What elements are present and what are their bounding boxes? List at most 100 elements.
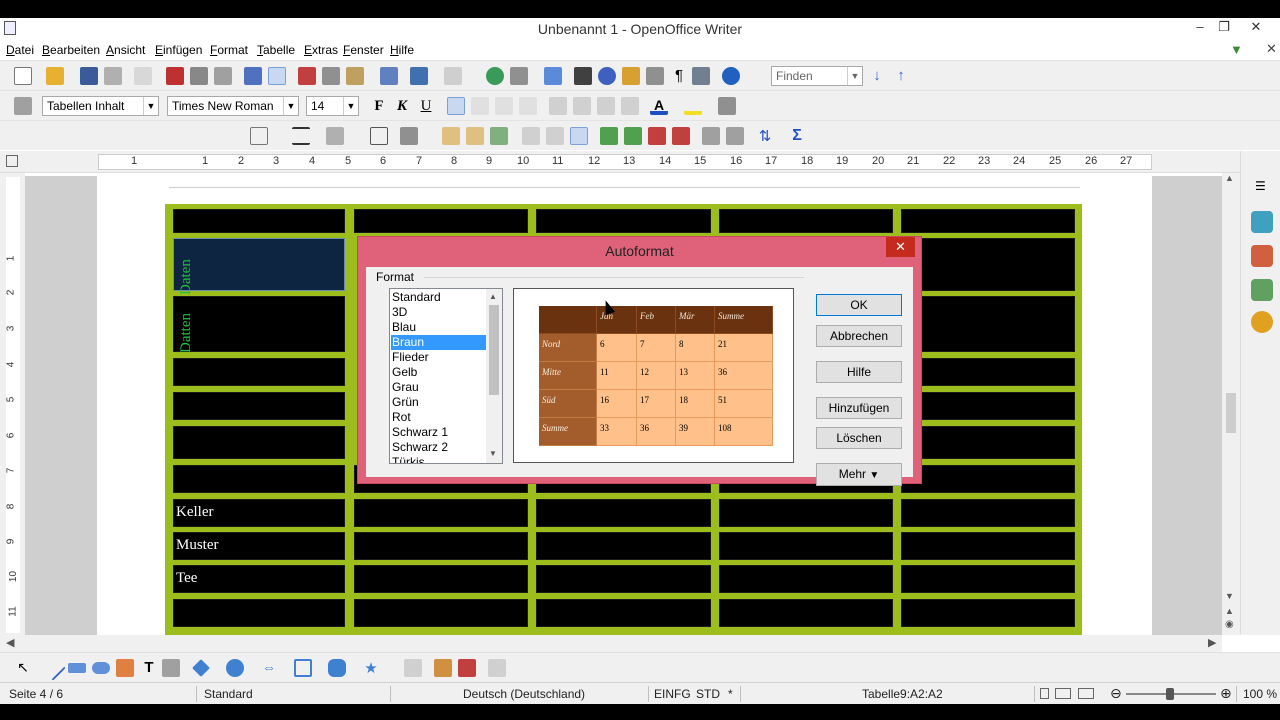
list-item[interactable]: Schwarz 1 <box>391 425 486 440</box>
table-cell[interactable] <box>354 565 528 593</box>
borders-icon[interactable] <box>370 127 388 145</box>
block-arrows-icon[interactable]: ⇔ <box>260 659 278 677</box>
align-top-icon[interactable] <box>522 127 540 145</box>
vertical-ruler[interactable]: 1 2 3 4 5 6 7 8 9 10 11 <box>0 173 25 635</box>
find-next-icon[interactable]: ↓ <box>868 67 886 85</box>
find-previous-icon[interactable]: ↑ <box>892 67 910 85</box>
sum-icon[interactable]: Σ <box>788 127 806 145</box>
chevron-down-icon[interactable]: ▼ <box>283 97 298 115</box>
cut-icon[interactable] <box>298 67 316 85</box>
scroll-left-icon[interactable]: ◀ <box>6 636 14 649</box>
table-cell[interactable] <box>901 532 1075 560</box>
chevron-down-icon[interactable]: ▼ <box>847 67 862 85</box>
sidebar-menu-icon[interactable]: ☰ <box>1255 179 1266 193</box>
show-draw-functions-icon[interactable] <box>544 67 562 85</box>
menu-bearbeiten[interactable]: Bearbeiten <box>42 43 100 57</box>
table-cell[interactable] <box>901 296 1075 352</box>
scroll-down-icon[interactable]: ▼ <box>1225 591 1234 601</box>
extrusion-icon[interactable] <box>488 659 506 677</box>
table-cell[interactable] <box>354 499 528 527</box>
list-item[interactable]: 3D <box>391 305 486 320</box>
paragraph-style-combo[interactable]: Tabellen Inhalt ▼ <box>42 96 159 116</box>
list-item[interactable]: Türkis <box>391 455 486 463</box>
previous-page-icon[interactable]: ▲ <box>1225 606 1234 616</box>
paste-icon[interactable] <box>346 67 364 85</box>
autospellcheck-icon[interactable] <box>268 67 286 85</box>
close-document-icon[interactable]: ✕ <box>1266 41 1277 57</box>
list-item[interactable]: Flieder <box>391 350 486 365</box>
increase-indent-icon[interactable] <box>621 97 639 115</box>
status-language[interactable]: Deutsch (Deutschland) <box>463 687 585 701</box>
export-pdf-icon[interactable] <box>166 67 184 85</box>
line-icon[interactable] <box>40 655 66 681</box>
table-cell[interactable] <box>901 358 1075 386</box>
table-cell[interactable] <box>173 599 345 627</box>
format-list[interactable]: Standard 3D Blau Braun Flieder Gelb Grau… <box>389 288 503 464</box>
callouts-icon[interactable] <box>328 659 346 677</box>
book-view-icon[interactable] <box>1078 688 1094 699</box>
formatting-marks-icon[interactable]: ¶ <box>670 67 688 85</box>
align-left-icon[interactable] <box>447 97 465 115</box>
redo-icon[interactable] <box>444 67 462 85</box>
table-cell[interactable] <box>901 238 1075 291</box>
multi-page-view-icon[interactable] <box>1055 688 1071 699</box>
find-input[interactable]: Finden ▼ <box>771 66 863 86</box>
table-icon[interactable] <box>510 67 528 85</box>
hyperlink-icon[interactable] <box>486 67 504 85</box>
table-cell[interactable] <box>173 426 345 459</box>
zoom-icon[interactable] <box>692 67 710 85</box>
insert-rows-icon[interactable] <box>600 127 618 145</box>
styles-icon[interactable] <box>1251 245 1273 267</box>
list-item[interactable]: Blau <box>391 320 486 335</box>
scroll-down-icon[interactable]: ▼ <box>489 449 497 458</box>
horizontal-ruler[interactable]: 1 1 2 3 4 5 6 7 8 9 10 11 12 13 14 15 16… <box>0 151 1240 173</box>
styles-formatting-icon[interactable] <box>14 97 32 115</box>
rectangle-icon[interactable] <box>68 663 86 673</box>
edit-file-icon[interactable] <box>134 67 152 85</box>
points-icon[interactable] <box>404 659 422 677</box>
table-cell[interactable] <box>173 465 345 493</box>
table-cell[interactable] <box>173 209 345 233</box>
more-button[interactable]: Mehr ▼ <box>816 463 902 486</box>
zoom-slider-handle[interactable] <box>1166 688 1174 700</box>
zoom-in-icon[interactable]: ⊕ <box>1220 685 1232 702</box>
print-icon[interactable] <box>190 67 208 85</box>
table-cell[interactable] <box>536 499 711 527</box>
list-item[interactable]: Standard <box>391 290 486 305</box>
spellcheck-icon[interactable] <box>244 67 262 85</box>
delete-button[interactable]: Löschen <box>816 427 902 449</box>
insert-table-icon[interactable] <box>250 127 268 145</box>
table-cell[interactable] <box>536 532 711 560</box>
sort-icon[interactable]: ⇅ <box>756 127 774 145</box>
status-zoom[interactable]: 100 % <box>1243 687 1277 701</box>
undo-icon[interactable] <box>410 67 428 85</box>
table-cell[interactable] <box>901 209 1075 233</box>
italic-button[interactable]: K <box>393 96 411 116</box>
callout-icon[interactable] <box>162 659 180 677</box>
navigation-icon[interactable]: ◉ <box>1225 619 1234 630</box>
numbering-icon[interactable] <box>549 97 567 115</box>
menu-fenster[interactable]: Fenster <box>343 43 384 57</box>
background-color-icon[interactable] <box>718 97 736 115</box>
gallery-icon[interactable] <box>622 67 640 85</box>
justify-icon[interactable] <box>519 97 537 115</box>
print-preview-icon[interactable] <box>214 67 232 85</box>
help-button[interactable]: Hilfe <box>816 361 902 383</box>
table-cell[interactable] <box>901 565 1075 593</box>
font-size-combo[interactable]: 14 ▼ <box>306 96 359 116</box>
table-cell[interactable] <box>354 599 528 627</box>
menu-einfuegen[interactable]: Einfügen <box>155 43 202 57</box>
ellipse-icon[interactable] <box>92 662 110 674</box>
properties-icon[interactable] <box>1251 211 1273 233</box>
save-icon[interactable] <box>80 67 98 85</box>
ok-button[interactable]: OK <box>816 294 902 316</box>
vertical-scrollbar[interactable]: ▲ ▼ ▲ ◉ <box>1222 173 1240 635</box>
menu-extras[interactable]: Extras <box>304 43 338 57</box>
table-cell[interactable] <box>536 209 711 233</box>
list-item[interactable]: Gelb <box>391 365 486 380</box>
merge-cells-icon[interactable] <box>442 127 460 145</box>
underline-button[interactable]: U <box>417 96 435 116</box>
update-icon[interactable]: ▼ <box>1230 42 1243 57</box>
scroll-up-icon[interactable]: ▲ <box>489 292 497 301</box>
align-middle-icon[interactable] <box>546 127 564 145</box>
